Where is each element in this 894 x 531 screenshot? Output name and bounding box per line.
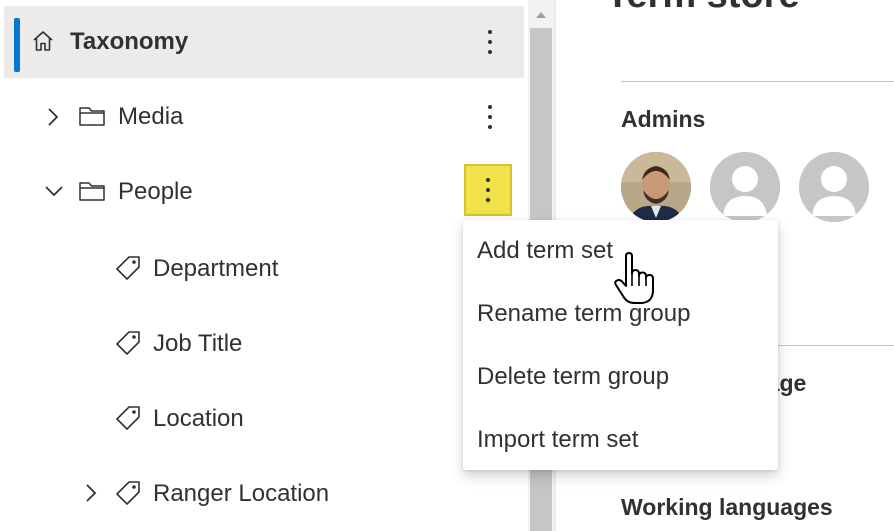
chevron-right-icon[interactable] bbox=[46, 107, 60, 127]
more-options-button[interactable] bbox=[466, 91, 514, 143]
tree-item-media[interactable]: Media bbox=[4, 81, 524, 153]
more-vertical-icon bbox=[486, 178, 490, 202]
more-vertical-icon bbox=[488, 105, 492, 129]
tree-item-label: Location bbox=[153, 405, 244, 432]
tree-item-ranger-location[interactable]: Ranger Location bbox=[4, 457, 524, 529]
hand-pointer-cursor-icon bbox=[612, 252, 660, 311]
menu-item-label: Import term set bbox=[477, 426, 639, 453]
scroll-up-arrow-icon[interactable] bbox=[528, 4, 554, 26]
tree-item-label: Department bbox=[153, 255, 279, 282]
tree-item-department[interactable]: Department bbox=[4, 232, 524, 304]
tree-item-label: Job Title bbox=[153, 330, 243, 357]
tree-item-location[interactable]: Location bbox=[4, 382, 524, 454]
page-title: Term store bbox=[606, 0, 800, 17]
selection-indicator bbox=[14, 18, 20, 72]
tag-icon bbox=[114, 479, 142, 507]
more-options-button[interactable] bbox=[466, 16, 514, 68]
working-languages-heading: Working languages bbox=[621, 494, 833, 520]
admin-avatar[interactable] bbox=[710, 152, 780, 222]
tree-item-job-title[interactable]: Job Title bbox=[4, 307, 524, 379]
tree-item-people[interactable]: People bbox=[4, 156, 524, 228]
home-icon bbox=[32, 30, 54, 52]
tag-icon bbox=[114, 254, 142, 282]
tree-item-label: Media bbox=[118, 103, 184, 130]
divider bbox=[621, 81, 894, 82]
folder-icon bbox=[78, 105, 106, 127]
tree-item-label: Ranger Location bbox=[153, 480, 330, 507]
admin-avatar[interactable] bbox=[621, 152, 691, 222]
more-vertical-icon bbox=[488, 30, 492, 54]
tag-icon bbox=[114, 404, 142, 432]
admins-heading: Admins bbox=[621, 106, 706, 132]
folder-icon bbox=[78, 180, 106, 202]
tree-item-taxonomy[interactable]: Taxonomy bbox=[4, 6, 524, 78]
chevron-right-icon[interactable] bbox=[84, 483, 98, 503]
menu-item-import-term-set[interactable]: Import term set bbox=[463, 409, 778, 471]
more-options-button[interactable] bbox=[464, 164, 512, 216]
chevron-down-icon[interactable] bbox=[44, 184, 64, 198]
navigation-tree: Taxonomy Media People Department Job Tit… bbox=[0, 0, 528, 531]
menu-item-label: Delete term group bbox=[477, 363, 670, 390]
tree-item-label: People bbox=[118, 178, 193, 205]
menu-item-delete-term-group[interactable]: Delete term group bbox=[463, 346, 778, 408]
admin-avatar[interactable] bbox=[799, 152, 869, 222]
tree-item-label: Taxonomy bbox=[70, 28, 189, 55]
menu-item-label: Add term set bbox=[477, 237, 614, 264]
tag-icon bbox=[114, 329, 142, 357]
